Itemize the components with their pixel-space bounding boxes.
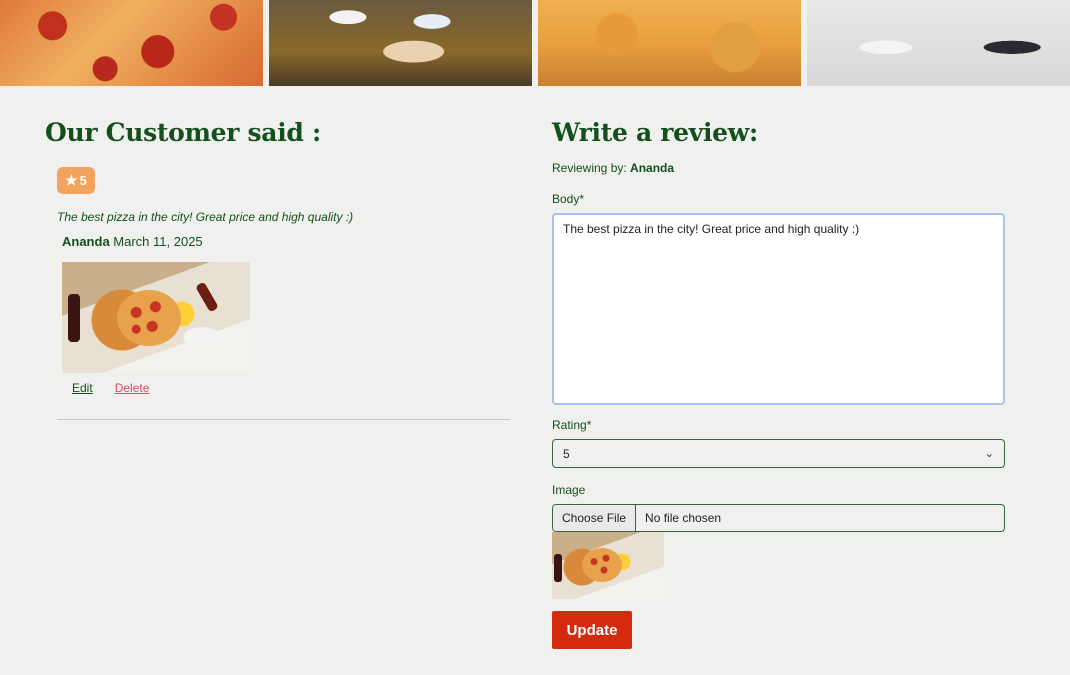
body-textarea[interactable]: The best pizza in the city! Great price … <box>552 213 1005 405</box>
image-file-input[interactable]: Choose File No file chosen <box>552 504 1005 532</box>
pepperoni-pizza-image <box>0 0 263 86</box>
hero-banner <box>0 0 1070 86</box>
star-icon: ★ <box>65 172 78 188</box>
reviews-heading: Our Customer said : <box>45 118 321 147</box>
reviews-section: Our Customer said : ★ 5 The best pizza i… <box>45 118 515 420</box>
review-meta: Ananda March 11, 2025 <box>62 234 515 249</box>
chevron-down-icon: ⌄ <box>984 448 994 460</box>
review-date: March 11, 2025 <box>113 234 203 249</box>
review-actions: Edit Delete <box>72 381 515 395</box>
choose-file-button[interactable]: Choose File <box>553 505 637 531</box>
delete-link[interactable]: Delete <box>115 381 150 395</box>
friends-eating-pizza-image <box>269 0 532 86</box>
review-image <box>62 262 250 373</box>
image-preview <box>552 532 664 599</box>
edit-link[interactable]: Edit <box>72 381 93 395</box>
cheese-pizza-image <box>538 0 801 86</box>
form-heading: Write a review: <box>552 118 758 147</box>
rating-value: 5 <box>79 173 87 188</box>
body-label: Body* <box>552 192 585 206</box>
rating-select-value: 5 <box>563 446 570 461</box>
review-author: Ananda <box>62 234 110 249</box>
rating-badge: ★ 5 <box>57 167 95 194</box>
review-body: The best pizza in the city! Great price … <box>57 210 354 224</box>
rating-label: Rating* <box>552 418 592 432</box>
review-form: Write a review: Reviewing by: Ananda Bod… <box>552 118 1005 649</box>
reviewing-by: Reviewing by: Ananda <box>552 161 1005 175</box>
pizza-shape <box>582 548 622 582</box>
cola-bottle <box>554 554 562 582</box>
file-status: No file chosen <box>645 511 722 525</box>
review-divider <box>57 419 510 420</box>
image-label: Image <box>552 483 586 497</box>
reviewing-prefix: Reviewing by: <box>552 161 627 175</box>
reviewing-user: Ananda <box>630 161 675 175</box>
update-button[interactable]: Update <box>552 611 632 649</box>
rating-select[interactable]: 5 ⌄ <box>552 439 1005 468</box>
cola-bottle-pouring <box>195 281 219 313</box>
people-holding-pizza-image <box>807 0 1070 86</box>
cola-bottle <box>68 294 80 342</box>
pizza-shape <box>117 290 181 346</box>
